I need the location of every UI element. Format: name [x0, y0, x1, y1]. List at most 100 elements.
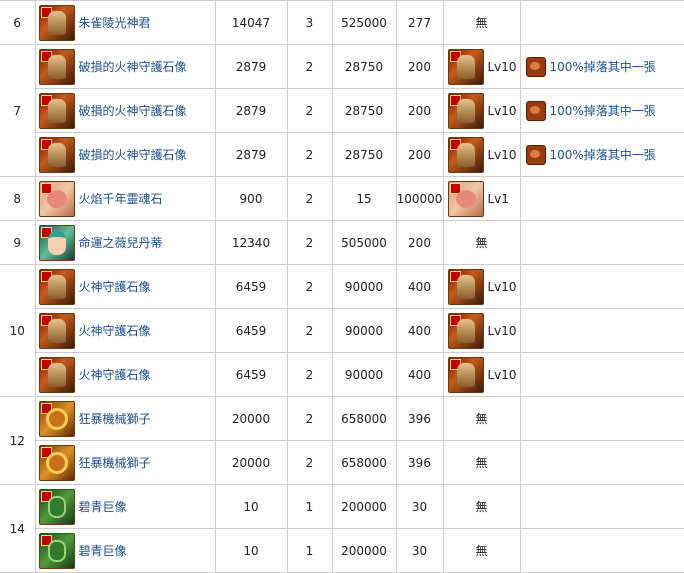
defense-value: 200 — [395, 88, 444, 133]
attribute-badge-icon — [449, 50, 461, 62]
monster-cell: 破損的火神守護石像 — [34, 44, 216, 89]
defense-value: 100000 — [395, 176, 444, 221]
monster-name-link[interactable]: 火神守護石像 — [79, 278, 151, 295]
drop-level: Lv10 — [487, 323, 517, 338]
stage-number: 12 — [0, 396, 36, 485]
monster-name-link[interactable]: 破損的火神守護石像 — [79, 102, 187, 119]
drop-level: Lv10 — [487, 147, 517, 162]
drop-avatar-icon[interactable] — [447, 92, 484, 129]
monster-avatar-icon[interactable] — [38, 444, 75, 481]
drop-avatar-icon[interactable] — [447, 356, 484, 393]
monster-avatar-icon[interactable] — [38, 136, 75, 173]
attack-value: 658000 — [331, 396, 397, 441]
monster-avatar-icon[interactable] — [38, 48, 75, 85]
card-icon[interactable] — [525, 100, 546, 121]
card-drop-cell: 100%掉落其中一張 — [519, 132, 684, 177]
attribute-badge-icon — [449, 358, 461, 370]
attack-value: 658000 — [331, 440, 397, 485]
monster-cell: 碧青巨像 — [34, 484, 216, 529]
hp-value: 2879 — [214, 44, 288, 89]
card-drop-cell — [519, 528, 684, 573]
drop-cell: 無 — [442, 528, 521, 573]
stage-number: 8 — [0, 176, 36, 221]
drop-cell: Lv1 — [442, 176, 521, 221]
monster-name-link[interactable]: 破損的火神守護石像 — [79, 146, 187, 163]
monster-name-link[interactable]: 狂暴機械獅子 — [79, 454, 151, 471]
monster-avatar-icon[interactable] — [38, 400, 75, 437]
monster-cell: 狂暴機械獅子 — [34, 440, 216, 485]
monster-avatar-icon[interactable] — [38, 268, 75, 305]
cd-value: 2 — [286, 176, 333, 221]
card-icon[interactable] — [525, 144, 546, 165]
attribute-badge-icon — [449, 138, 461, 150]
defense-value: 396 — [395, 396, 444, 441]
attribute-badge-icon — [449, 314, 461, 326]
attribute-badge-icon — [449, 270, 461, 282]
card-drop-link[interactable]: 100%掉落其中一張 — [550, 102, 656, 119]
monster-avatar-icon[interactable] — [38, 224, 75, 261]
drop-avatar-icon[interactable] — [447, 180, 484, 217]
monster-avatar-icon[interactable] — [38, 356, 75, 393]
cd-value: 3 — [286, 0, 333, 45]
monster-avatar-icon[interactable] — [38, 4, 75, 41]
monster-name-link[interactable]: 破損的火神守護石像 — [79, 58, 187, 75]
cd-value: 2 — [286, 88, 333, 133]
drop-cell: 無 — [442, 440, 521, 485]
monster-name-link[interactable]: 火焰千年靈魂石 — [79, 190, 163, 207]
drop-avatar-icon[interactable] — [447, 136, 484, 173]
monster-name-link[interactable]: 命運之薇兒丹蒂 — [79, 234, 163, 251]
defense-value: 200 — [395, 132, 444, 177]
card-drop-cell — [519, 484, 684, 529]
card-drop-cell — [519, 0, 684, 45]
card-drop-cell — [519, 352, 684, 397]
attack-value: 525000 — [331, 0, 397, 45]
monster-name-link[interactable]: 狂暴機械獅子 — [79, 410, 151, 427]
monster-name-link[interactable]: 火神守護石像 — [79, 322, 151, 339]
attack-value: 200000 — [331, 484, 397, 529]
card-icon[interactable] — [525, 56, 546, 77]
hp-value: 2879 — [214, 88, 288, 133]
monster-avatar-icon[interactable] — [38, 180, 75, 217]
hp-value: 12340 — [214, 220, 288, 265]
monster-name-link[interactable]: 朱雀陵光神君 — [79, 14, 151, 31]
table-row: 10 火神守護石像 6459 2 90000 400 Lv10 — [0, 264, 684, 397]
table-row: 6 朱雀陵光神君 14047 3 525000 277 無 — [0, 0, 684, 45]
cd-value: 2 — [286, 440, 333, 485]
monster-avatar-icon[interactable] — [38, 532, 75, 569]
card-drop-link[interactable]: 100%掉落其中一張 — [550, 58, 656, 75]
monster-cell: 狂暴機械獅子 — [34, 396, 216, 441]
defense-value: 30 — [395, 484, 444, 529]
drop-cell: 無 — [442, 396, 521, 441]
attack-value: 505000 — [331, 220, 397, 265]
cd-value: 2 — [286, 396, 333, 441]
card-drop-link[interactable]: 100%掉落其中一張 — [550, 146, 656, 163]
card-drop-cell — [519, 440, 684, 485]
drop-avatar-icon[interactable] — [447, 48, 484, 85]
attack-value: 28750 — [331, 44, 397, 89]
monster-avatar-icon[interactable] — [38, 488, 75, 525]
drop-level: Lv10 — [487, 59, 517, 74]
table-row: 破損的火神守護石像 2879 2 28750 200 Lv10 100%掉落其中一張 — [0, 132, 684, 177]
table-row: 火神守護石像 6459 2 90000 400 Lv10 — [0, 352, 684, 397]
hp-value: 6459 — [214, 264, 288, 309]
table-row: 14 碧青巨像 10 1 200000 30 無 — [0, 484, 684, 573]
monster-avatar-icon[interactable] — [38, 92, 75, 129]
stage-number: 7 — [0, 44, 36, 177]
monster-name-link[interactable]: 碧青巨像 — [79, 542, 127, 559]
hp-value: 20000 — [214, 440, 288, 485]
monster-name-link[interactable]: 火神守護石像 — [79, 366, 151, 383]
drop-avatar-icon[interactable] — [447, 268, 484, 305]
attribute-badge-icon — [40, 314, 52, 326]
stage-number: 6 — [0, 0, 36, 45]
monster-name-link[interactable]: 碧青巨像 — [79, 498, 127, 515]
attribute-badge-icon — [449, 94, 461, 106]
attack-value: 28750 — [331, 132, 397, 177]
drop-avatar-icon[interactable] — [447, 312, 484, 349]
cd-value: 1 — [286, 528, 333, 573]
no-drop-text: 無 — [475, 412, 488, 426]
card-drop-cell — [519, 308, 684, 353]
monster-avatar-icon[interactable] — [38, 312, 75, 349]
stage-number: 10 — [0, 264, 36, 397]
hp-value: 6459 — [214, 308, 288, 353]
cd-value: 2 — [286, 308, 333, 353]
